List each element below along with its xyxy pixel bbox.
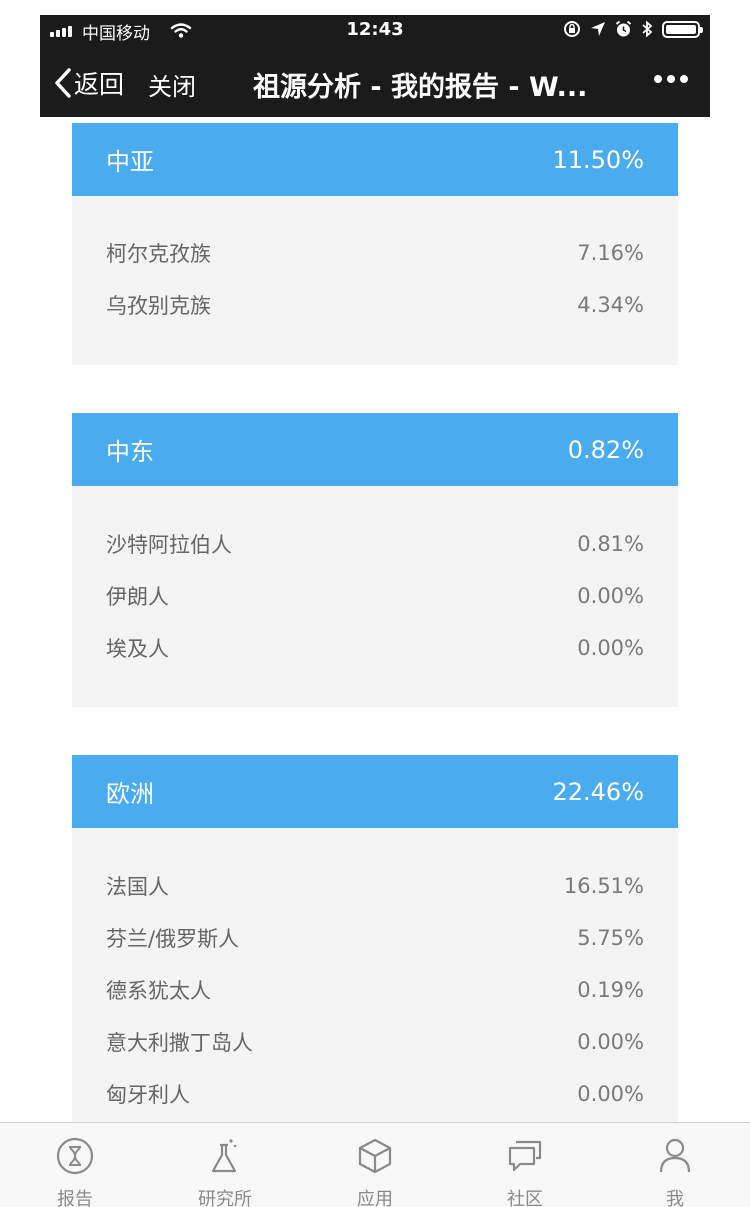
battery-icon: [662, 20, 703, 38]
population-name: 匈牙利人: [106, 1083, 190, 1107]
population-row: 意大利撒丁岛人 0.00%: [72, 1016, 678, 1068]
population-row: 埃及人 0.00%: [72, 622, 678, 674]
region-card-middle-east: 中东 0.82% 沙特阿拉伯人 0.81% 伊朗人 0.00% 埃及人 0.00…: [72, 413, 678, 707]
tab-label: 报告: [57, 1189, 93, 1207]
tab-label: 我: [666, 1189, 684, 1207]
rotation-lock-icon: [564, 21, 580, 37]
population-row: 伊朗人 0.00%: [72, 570, 678, 622]
region-header: 欧洲 22.46%: [72, 755, 678, 828]
population-row: 德系犹太人 0.19%: [72, 964, 678, 1016]
location-icon: [591, 22, 605, 36]
top-bar: 中国移动 12:43 返回 关闭 祖源分析 - 我的报告 - W...: [40, 15, 710, 117]
region-header: 中亚 11.50%: [72, 123, 678, 196]
region-header: 中东 0.82%: [72, 413, 678, 486]
tab-report[interactable]: 报告: [20, 1137, 130, 1207]
population-name: 法国人: [106, 875, 169, 899]
population-row: 芬兰/俄罗斯人 5.75%: [72, 912, 678, 964]
region-percent: 22.46%: [552, 777, 644, 806]
chevron-left-icon: [55, 68, 71, 98]
population-row: 柯尔克孜族 7.16%: [72, 227, 678, 279]
region-percent: 0.82%: [567, 435, 644, 464]
region-card-central-asia: 中亚 11.50% 柯尔克孜族 7.16% 乌孜别克族 4.34%: [72, 123, 678, 365]
tab-institute[interactable]: 研究所: [170, 1137, 280, 1207]
region-percent: 11.50%: [552, 145, 644, 174]
population-percent: 0.00%: [577, 1082, 644, 1106]
population-name: 伊朗人: [106, 585, 169, 609]
tab-label: 研究所: [198, 1189, 252, 1207]
chat-bubbles-icon: [508, 1140, 542, 1172]
population-name: 沙特阿拉伯人: [106, 533, 232, 557]
tab-label: 社区: [507, 1189, 543, 1207]
user-icon: [659, 1138, 691, 1173]
alarm-icon: [615, 20, 632, 37]
population-row: 乌孜别克族 4.34%: [72, 279, 678, 331]
population-name: 意大利撒丁岛人: [106, 1031, 253, 1055]
population-percent: 0.19%: [577, 978, 644, 1002]
population-row: 匈牙利人 0.00%: [72, 1068, 678, 1120]
tab-apps[interactable]: 应用: [320, 1137, 430, 1207]
population-percent: 0.00%: [577, 1030, 644, 1054]
tab-label: 应用: [357, 1189, 393, 1207]
tab-community[interactable]: 社区: [470, 1137, 580, 1207]
region-name: 欧洲: [106, 780, 154, 808]
population-percent: 4.34%: [577, 293, 644, 317]
bottom-tab-bar: 报告 研究所 应用 社区 我: [0, 1122, 750, 1207]
population-name: 乌孜别克族: [106, 294, 211, 318]
population-percent: 0.00%: [577, 584, 644, 608]
cube-icon: [358, 1138, 392, 1174]
flask-icon: [211, 1139, 237, 1173]
bluetooth-icon: [642, 20, 653, 38]
population-name: 埃及人: [106, 637, 169, 661]
more-dot-icon: [654, 75, 662, 83]
population-row: 沙特阿拉伯人 0.81%: [72, 518, 678, 570]
page-title: 祖源分析 - 我的报告 - W...: [253, 72, 588, 103]
region-name: 中东: [106, 438, 154, 466]
population-percent: 0.00%: [577, 636, 644, 660]
population-percent: 7.16%: [577, 241, 644, 265]
population-percent: 0.81%: [577, 532, 644, 556]
status-bar: 中国移动 12:43: [40, 15, 710, 47]
population-row: 法国人 16.51%: [72, 860, 678, 912]
back-label: 返回: [74, 70, 125, 99]
status-icons: [563, 20, 703, 38]
dna-report-icon: [56, 1137, 94, 1175]
back-button[interactable]: 返回: [54, 65, 124, 101]
tab-me[interactable]: 我: [620, 1137, 730, 1207]
population-percent: 5.75%: [577, 926, 644, 950]
population-name: 柯尔克孜族: [106, 242, 211, 266]
population-percent: 16.51%: [563, 874, 644, 898]
region-card-europe: 欧洲 22.46% 法国人 16.51% 芬兰/俄罗斯人 5.75% 德系犹太人…: [72, 755, 678, 1122]
nav-bar: 返回 关闭 祖源分析 - 我的报告 - W...: [40, 53, 710, 113]
more-dot-icon: [667, 75, 675, 83]
population-name: 芬兰/俄罗斯人: [106, 927, 240, 951]
more-dot-icon: [680, 75, 688, 83]
population-name: 德系犹太人: [106, 979, 211, 1003]
more-menu-button[interactable]: [654, 75, 688, 83]
close-button[interactable]: 关闭: [148, 67, 196, 102]
region-name: 中亚: [106, 148, 154, 176]
